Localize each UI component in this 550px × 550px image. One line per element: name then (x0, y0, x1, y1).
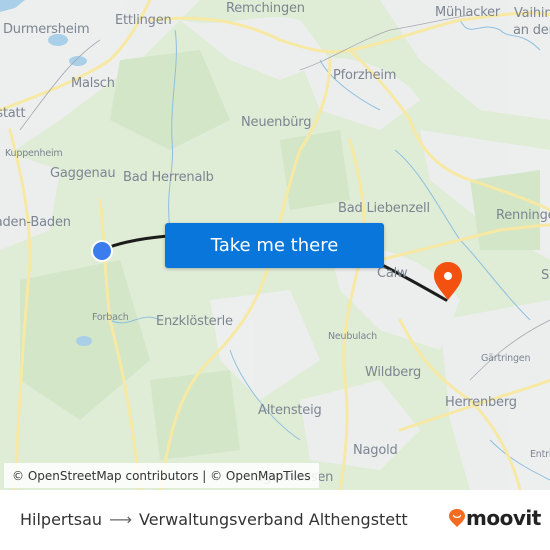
place-label: Renningen (496, 208, 550, 223)
brand-name: moovit (466, 506, 541, 530)
moovit-logo: moovit (449, 506, 541, 530)
place-label: Wildberg (365, 365, 422, 380)
origin-name: Hilpertsau (20, 510, 103, 529)
place-label: an der (513, 23, 550, 38)
arrow-right-icon: ⟶ (109, 510, 132, 529)
place-label: Neubulach (328, 331, 377, 342)
map-attribution[interactable]: © OpenStreetMap contributors | © OpenMap… (4, 463, 319, 488)
place-label: Nagold (353, 443, 398, 458)
place-label: Neuenbürg (241, 115, 312, 130)
place-label: Sindelfingen (541, 268, 550, 283)
place-label: Kuppenheim (5, 148, 63, 159)
take-me-there-button[interactable]: Take me there (165, 223, 384, 268)
map[interactable]: Ettlingen Remchingen Mühlacker Vaihingen… (0, 0, 550, 490)
place-label: Pforzheim (333, 68, 397, 83)
moovit-pin-icon (449, 509, 465, 527)
place-label: Gärtringen (481, 353, 531, 364)
place-label: Altensteig (258, 403, 322, 418)
place-label: Ettlingen (115, 13, 172, 28)
destination-name: Verwaltungsverband Althengstett (139, 510, 408, 529)
place-label: Forbach (92, 312, 129, 323)
place-label: Bad Liebenzell (338, 201, 430, 216)
place-label: Herrenberg (445, 395, 517, 410)
place-label: Bad Herrenalb (123, 170, 214, 185)
place-label: Rastatt (0, 106, 26, 121)
place-label: Calw (377, 266, 408, 281)
route-title: Hilpertsau ⟶ Verwaltungsverband Althengs… (20, 510, 408, 529)
place-label: Entringen (530, 449, 550, 460)
place-label: Vaihingen (514, 6, 550, 21)
place-label: Gaggenau (50, 166, 116, 181)
place-label: Baden-Baden (0, 215, 71, 230)
attribution-text[interactable]: © OpenStreetMap contributors | © OpenMap… (12, 469, 311, 483)
footer: Hilpertsau ⟶ Verwaltungsverband Althengs… (0, 490, 550, 550)
route-line (100, 234, 170, 252)
place-label: Malsch (71, 76, 115, 91)
place-label: Remchingen (226, 1, 305, 16)
place-label: Enzklösterle (156, 314, 233, 329)
place-label: Mühlacker (435, 5, 501, 20)
place-label: Durmersheim (3, 22, 90, 37)
